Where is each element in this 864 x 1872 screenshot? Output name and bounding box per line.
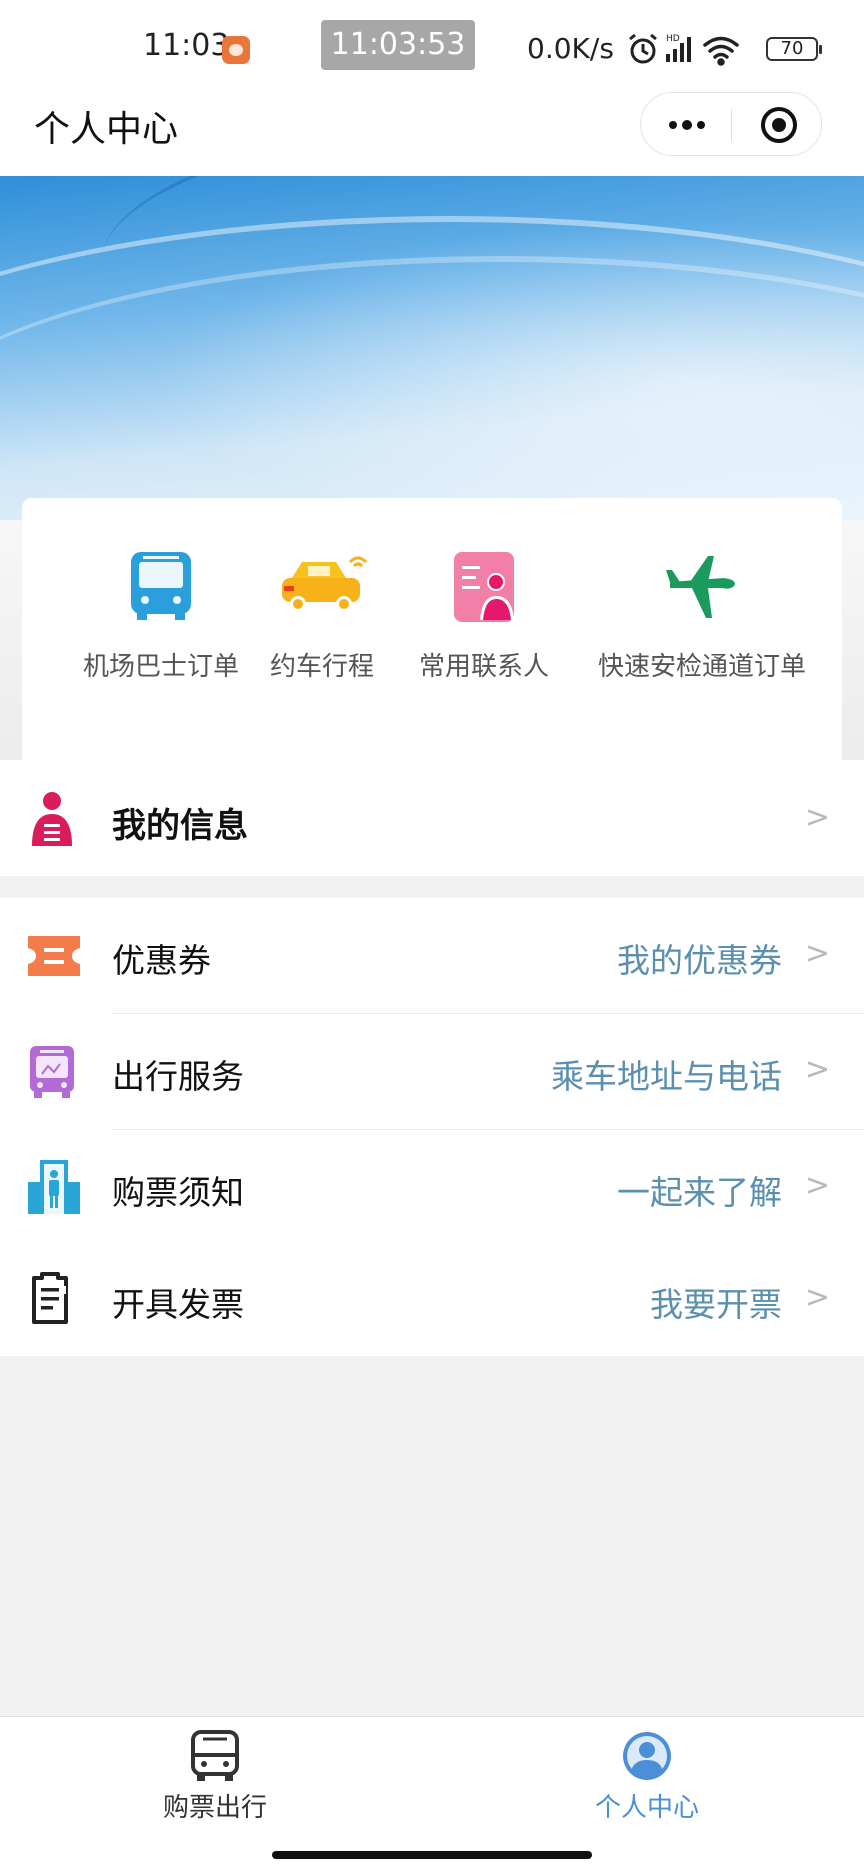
menu-row-value: 一起来了解: [617, 1173, 782, 1212]
wifi-icon: [703, 36, 739, 66]
quick-action-security-channel[interactable]: 快速安检通道订单: [582, 548, 822, 683]
status-bar: 11:03 11:03:53 0.0K/s HD 70: [0, 0, 864, 86]
menu-row-travel-service[interactable]: 出行服务 乘车地址与电话 >: [0, 1014, 864, 1130]
quick-action-label: 约车行程: [269, 652, 374, 682]
menu-row-coupons[interactable]: 优惠券 我的优惠券 >: [0, 898, 864, 1014]
tab-profile[interactable]: 个人中心: [547, 1729, 747, 1824]
alarm-icon: [629, 33, 657, 64]
tab-label: 购票出行: [162, 1793, 267, 1823]
menu-row-label: 购票须知: [112, 1173, 244, 1212]
chevron-right-icon: >: [804, 1052, 830, 1087]
invoice-icon: [32, 1272, 68, 1324]
clock-badge: 11:03:53: [321, 20, 475, 70]
menu-row-label: 开具发票: [112, 1285, 244, 1324]
menu-row-invoice[interactable]: 开具发票 我要开票 >: [0, 1242, 864, 1358]
svg-text:HD: HD: [666, 34, 680, 44]
bus-front-icon: [30, 1046, 74, 1098]
user-info-icon: [32, 792, 72, 846]
close-miniprogram-icon[interactable]: [759, 105, 799, 145]
quick-action-ride-trips[interactable]: 约车行程: [252, 548, 392, 683]
my-info-label: 我的信息: [112, 806, 248, 846]
menu-row-label: 优惠券: [112, 941, 211, 980]
menu-row-value: 我要开票: [650, 1285, 782, 1324]
network-speed: 0.0K/s: [527, 32, 614, 65]
tab-buy-tickets[interactable]: 购票出行: [115, 1729, 315, 1824]
quick-action-label: 机场巴士订单: [82, 652, 239, 682]
car-icon: [282, 556, 368, 612]
page-title: 个人中心: [34, 109, 179, 150]
quick-action-label: 快速安检通道订单: [597, 652, 806, 682]
quick-actions-card: 机场巴士订单 约车行程 常用联系人 快速安检通道订单: [22, 498, 842, 760]
menu-row-value: 乘车地址与电话: [551, 1057, 782, 1096]
quick-action-contacts[interactable]: 常用联系人: [410, 548, 558, 683]
signal-icon: HD: [666, 34, 691, 62]
quick-action-bus-orders[interactable]: 机场巴士订单: [66, 548, 256, 683]
menu-row-label: 出行服务: [112, 1057, 244, 1096]
mini-program-capsule: [640, 92, 822, 156]
app-notification-icon: [222, 36, 250, 64]
contacts-icon: [454, 552, 514, 622]
chevron-right-icon: >: [804, 1168, 830, 1203]
tab-label: 个人中心: [594, 1793, 699, 1823]
profile-tab-icon: [623, 1732, 671, 1780]
coupon-icon: [28, 936, 80, 976]
status-time: 11:03: [143, 28, 230, 63]
home-indicator: [272, 1851, 592, 1859]
title-bar: 个人中心: [0, 86, 864, 176]
menu-list: 优惠券 我的优惠券 > 出行服务 乘车地址与电话 > 购票须知 一起来了解 > …: [0, 898, 864, 1356]
menu-row-value: 我的优惠券: [617, 941, 782, 980]
capsule-divider: [731, 109, 732, 141]
bus-icon: [131, 552, 191, 620]
menu-row-ticket-notice[interactable]: 购票须知 一起来了解 >: [0, 1130, 864, 1246]
airplane-icon: [666, 556, 735, 618]
chevron-right-icon: >: [804, 936, 830, 971]
chevron-right-icon: >: [804, 800, 830, 835]
status-icons: HD: [629, 33, 739, 66]
battery-indicator: 70: [766, 37, 822, 61]
chevron-right-icon: >: [804, 1280, 830, 1315]
bottom-tab-bar: 购票出行 个人中心: [0, 1716, 864, 1872]
quick-action-label: 常用联系人: [418, 652, 549, 682]
banner-image: [0, 176, 864, 520]
bus-tab-icon: [191, 1730, 239, 1781]
person-info-icon: [28, 1160, 80, 1214]
my-info-row[interactable]: 我的信息 >: [0, 760, 864, 876]
more-icon[interactable]: [663, 109, 711, 141]
